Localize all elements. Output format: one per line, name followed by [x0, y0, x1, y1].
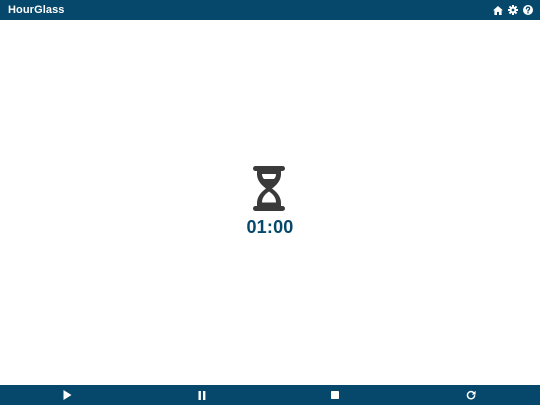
pause-icon	[198, 390, 206, 400]
home-icon[interactable]	[493, 5, 503, 15]
gear-icon[interactable]	[508, 5, 518, 15]
reset-icon	[466, 390, 476, 400]
control-bar	[0, 385, 540, 405]
app-window: HourGlass 01:00	[0, 0, 540, 405]
timer-display: 01:00	[246, 217, 294, 237]
play-button[interactable]	[55, 385, 79, 405]
reset-button[interactable]	[459, 385, 483, 405]
play-icon	[63, 390, 71, 400]
pause-button[interactable]	[190, 385, 214, 405]
stop-button[interactable]	[323, 385, 347, 405]
app-title: HourGlass	[8, 4, 65, 16]
stop-icon	[331, 391, 339, 399]
title-actions	[493, 5, 533, 15]
main-area: 01:00	[0, 20, 540, 385]
title-bar: HourGlass	[0, 0, 540, 20]
hourglass-icon	[251, 166, 287, 211]
help-icon[interactable]	[523, 5, 533, 15]
